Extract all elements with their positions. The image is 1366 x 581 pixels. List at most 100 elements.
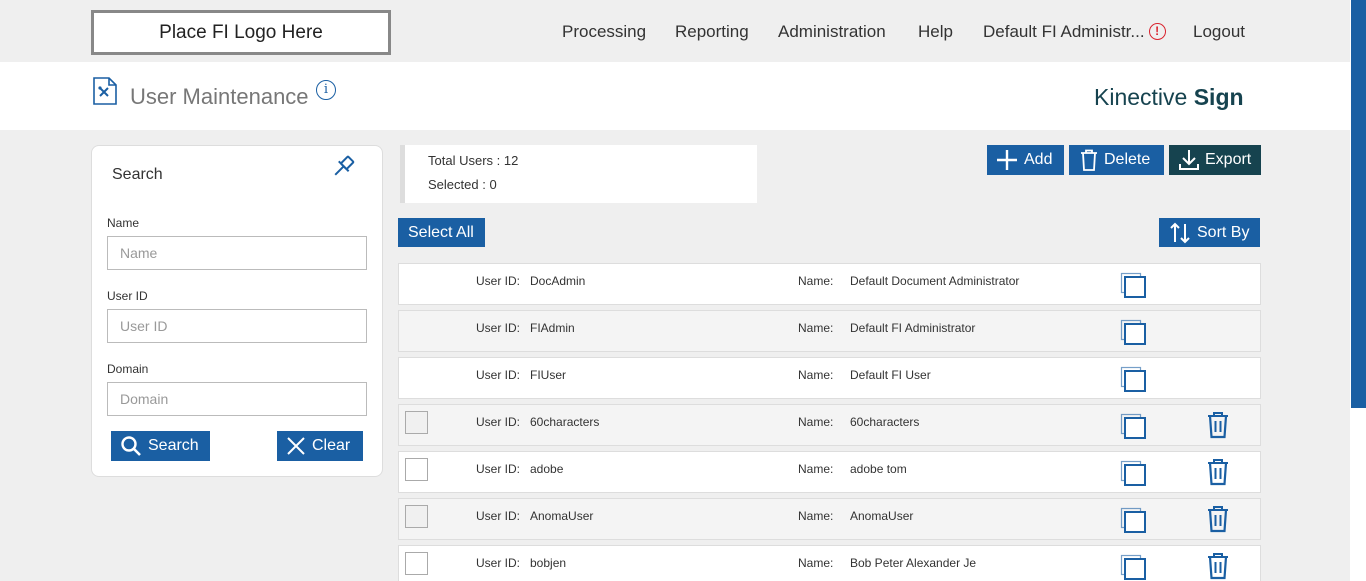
user-id-label: User ID: — [476, 274, 521, 288]
download-icon — [1179, 149, 1199, 171]
info-icon[interactable]: i — [316, 80, 336, 100]
copy-icon[interactable] — [1120, 272, 1148, 303]
alert-icon: ! — [1148, 23, 1166, 40]
brand-name-bold: Sign — [1193, 84, 1244, 110]
name-label: Name: — [798, 274, 834, 288]
name-value: Bob Peter Alexander Je — [850, 556, 977, 570]
page-scrollbar-thumb[interactable] — [1351, 0, 1366, 408]
brand-name-light: Kinective — [1094, 84, 1194, 110]
domain-input[interactable] — [107, 382, 367, 416]
search-panel: Search Name User ID Domain Search Clear — [91, 145, 383, 477]
copy-icon[interactable] — [1120, 554, 1148, 581]
domain-field-label: Domain — [107, 362, 149, 376]
user-id-value: AnomaUser — [530, 509, 594, 523]
total-users: Total Users : 12 — [428, 153, 518, 168]
user-id-value: DocAdmin — [530, 274, 586, 288]
name-label: Name: — [798, 415, 834, 429]
trash-icon — [1080, 149, 1098, 171]
clear-button[interactable]: Clear — [277, 431, 363, 461]
name-value: 60characters — [850, 415, 920, 429]
row-checkbox[interactable] — [405, 552, 428, 575]
copy-icon[interactable] — [1120, 413, 1148, 444]
search-button[interactable]: Search — [111, 431, 210, 461]
trash-icon[interactable] — [1206, 411, 1230, 442]
table-row[interactable]: User ID: DocAdmin Name: Default Document Ad… — [398, 263, 1261, 305]
row-checkbox[interactable] — [405, 411, 428, 434]
trash-icon[interactable] — [1206, 505, 1230, 536]
plus-icon — [996, 149, 1018, 171]
nav-user-menu[interactable]: Default FI Administr...! — [983, 22, 1166, 42]
page-header: User Maintenance i Kinective Sign — [0, 62, 1350, 130]
nav-reporting[interactable]: Reporting — [675, 22, 749, 42]
name-value: AnomaUser — [850, 509, 914, 523]
select-all-label: Select All — [408, 223, 474, 241]
name-label: Name: — [798, 368, 834, 382]
nav-administration[interactable]: Administration — [778, 22, 886, 42]
user-id-value: bobjen — [530, 556, 567, 570]
user-id-value: adobe — [530, 462, 564, 476]
export-button[interactable]: Export — [1169, 145, 1261, 175]
user-id-value: 60characters — [530, 415, 600, 429]
copy-icon[interactable] — [1120, 507, 1148, 538]
user-id-label: User ID: — [476, 556, 521, 570]
name-value: Default FI Administrator — [850, 321, 976, 335]
name-label: Name: — [798, 462, 834, 476]
name-field-label: Name — [107, 216, 140, 230]
trash-icon[interactable] — [1206, 552, 1230, 581]
user-id-value: FIAdmin — [530, 321, 575, 335]
close-icon — [286, 436, 306, 456]
table-row[interactable]: User ID: FIUser Name: Default FI User — [398, 357, 1261, 399]
search-button-label: Search — [148, 437, 199, 454]
sort-by-button[interactable]: Sort By — [1159, 218, 1260, 247]
trash-icon[interactable] — [1206, 458, 1230, 489]
name-label: Name: — [798, 509, 834, 523]
nav-user-name: Default FI Administr... — [983, 22, 1145, 41]
name-value: adobe tom — [850, 462, 907, 476]
nav-help[interactable]: Help — [918, 22, 953, 42]
userid-field-label: User ID — [107, 289, 148, 303]
brand-logo: Kinective Sign — [1094, 84, 1244, 111]
sort-by-label: Sort By — [1197, 223, 1250, 241]
selected-label: Selected : — [428, 177, 490, 192]
user-id-label: User ID: — [476, 415, 521, 429]
user-maintenance-icon — [92, 76, 118, 111]
delete-button-label: Delete — [1104, 151, 1151, 168]
table-row[interactable]: User ID: 60characters Name: 60characters — [398, 404, 1261, 446]
search-panel-title: Search — [112, 166, 163, 183]
sort-icon — [1169, 222, 1191, 244]
select-all-button[interactable]: Select All — [398, 218, 485, 247]
row-checkbox[interactable] — [405, 458, 428, 481]
user-summary: Total Users : 12 Selected : 0 — [400, 145, 757, 203]
name-label: Name: — [798, 321, 834, 335]
user-id-value: FIUser — [530, 368, 566, 382]
userid-input[interactable] — [107, 309, 367, 343]
nav-logout[interactable]: Logout — [1193, 22, 1245, 42]
name-label: Name: — [798, 556, 834, 570]
copy-icon[interactable] — [1120, 319, 1148, 350]
search-icon — [120, 435, 142, 457]
name-input[interactable] — [107, 236, 367, 270]
export-button-label: Export — [1205, 151, 1252, 168]
user-id-label: User ID: — [476, 368, 521, 382]
table-row[interactable]: User ID: FIAdmin Name: Default FI Administr… — [398, 310, 1261, 352]
user-id-label: User ID: — [476, 321, 521, 335]
row-checkbox[interactable] — [405, 505, 428, 528]
fi-logo-placeholder[interactable]: Place FI Logo Here — [91, 10, 391, 55]
copy-icon[interactable] — [1120, 366, 1148, 397]
top-nav: Place FI Logo Here Processing Reporting … — [0, 0, 1350, 62]
nav-processing[interactable]: Processing — [562, 22, 646, 42]
pin-icon[interactable] — [330, 154, 356, 185]
table-row[interactable]: User ID: adobe Name: adobe tom — [398, 451, 1261, 493]
user-id-label: User ID: — [476, 509, 521, 523]
name-value: Default FI User — [850, 368, 931, 382]
delete-button[interactable]: Delete — [1069, 145, 1164, 175]
copy-icon[interactable] — [1120, 460, 1148, 491]
add-button-label: Add — [1024, 151, 1053, 168]
table-row[interactable]: User ID: bobjen Name: Bob Peter Alexander J… — [398, 545, 1261, 581]
page-title: User Maintenance — [130, 84, 309, 109]
add-user-button[interactable]: Add — [987, 145, 1064, 175]
total-users-label: Total Users : — [428, 153, 504, 168]
total-users-value: 12 — [503, 153, 519, 168]
selected-value: 0 — [489, 177, 497, 192]
table-row[interactable]: User ID: AnomaUser Name: AnomaUser — [398, 498, 1261, 540]
